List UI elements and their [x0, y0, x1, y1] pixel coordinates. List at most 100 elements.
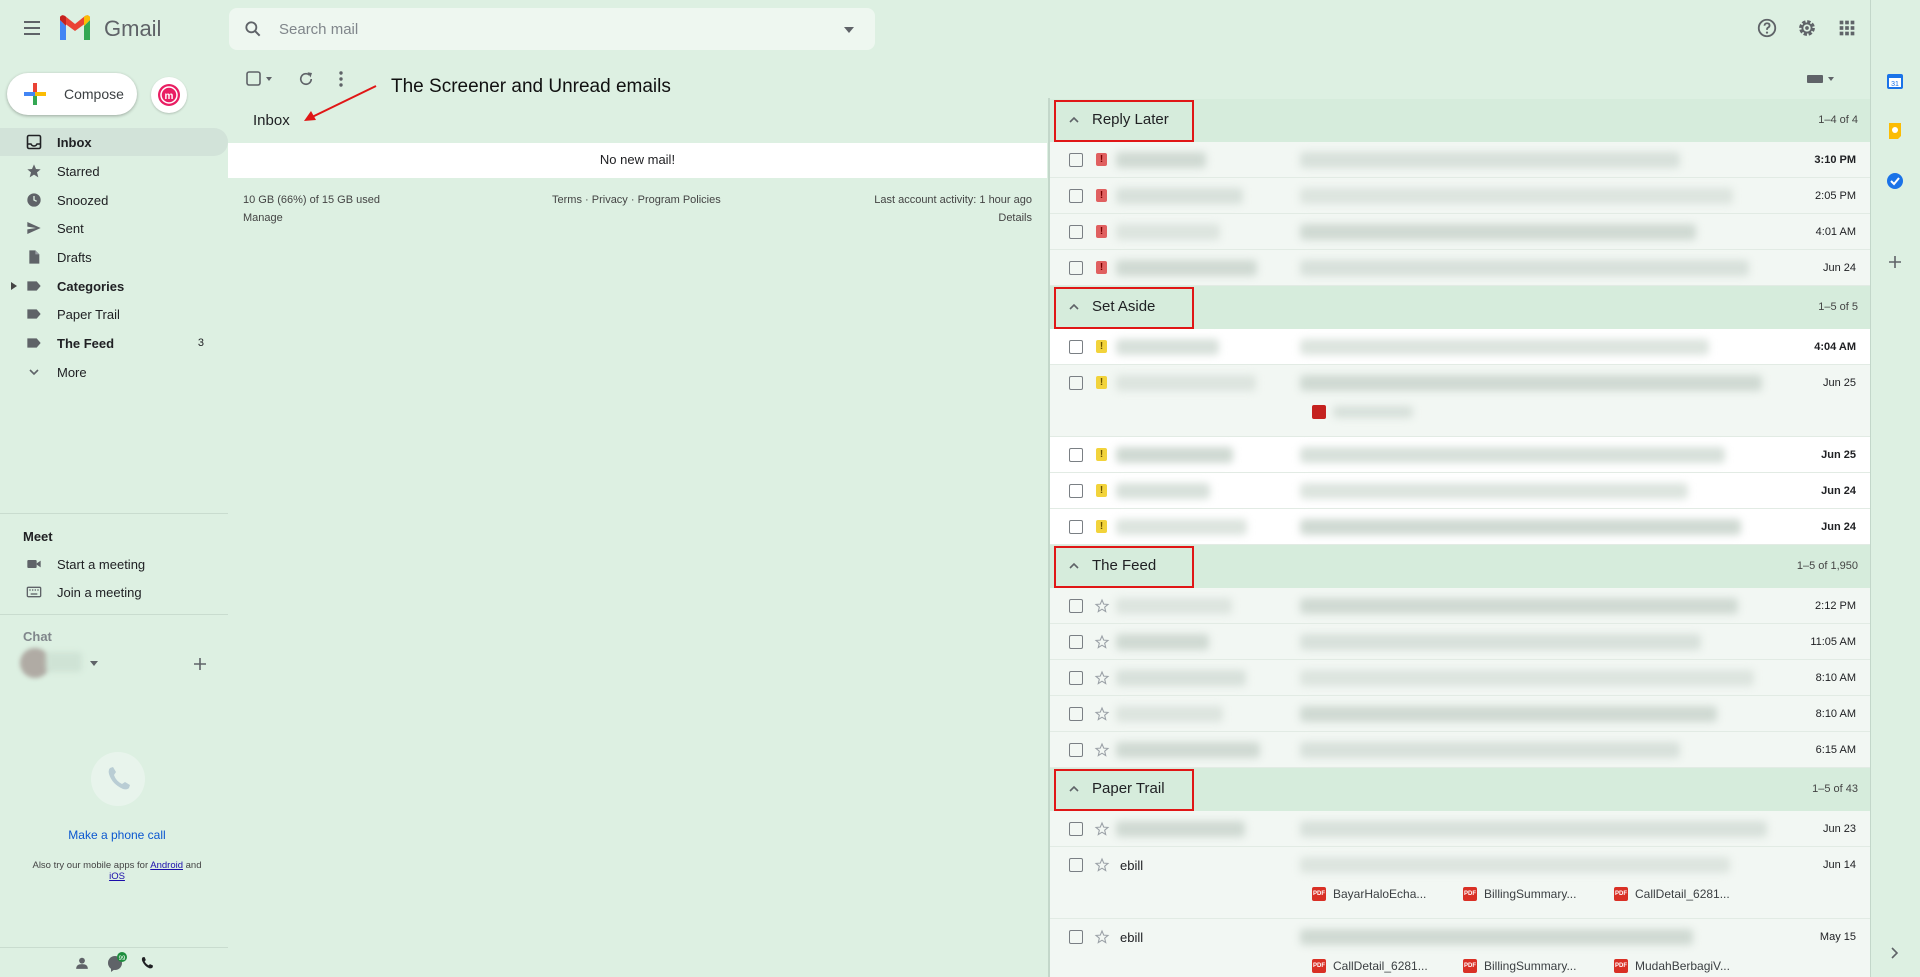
- help-button[interactable]: [1756, 17, 1778, 39]
- attachment-chip[interactable]: PDF CallDetail_6281...: [1312, 959, 1428, 973]
- add-addon-icon[interactable]: [1888, 255, 1902, 269]
- join-meeting-button[interactable]: Join a meeting: [0, 578, 228, 606]
- apps-button[interactable]: [1836, 17, 1858, 39]
- input-tools-button[interactable]: [1806, 73, 1838, 85]
- search-bar[interactable]: Search mail: [229, 8, 875, 50]
- chevron-up-icon[interactable]: [1068, 115, 1080, 125]
- email-row[interactable]: 8:10 AM: [1050, 660, 1870, 696]
- row-checkbox[interactable]: [1069, 484, 1083, 498]
- star-icon[interactable]: [1094, 598, 1110, 614]
- attachment-chip[interactable]: PDF CallDetail_6281...: [1614, 887, 1730, 901]
- make-phone-call-link[interactable]: Make a phone call: [0, 828, 234, 842]
- important-marker-icon[interactable]: !: [1096, 189, 1107, 202]
- star-icon[interactable]: [1094, 929, 1110, 945]
- important-marker-icon[interactable]: !: [1096, 520, 1107, 533]
- email-row[interactable]: ! 3:10 PM: [1050, 142, 1870, 178]
- attachment-chip[interactable]: PDF BillingSummary...: [1463, 959, 1576, 973]
- email-row[interactable]: ! 4:01 AM: [1050, 214, 1870, 250]
- select-all-button[interactable]: [245, 70, 275, 88]
- sidebar-item-inbox[interactable]: Inbox: [0, 128, 228, 156]
- extension-button[interactable]: m: [151, 77, 187, 113]
- email-row[interactable]: 8:10 AM: [1050, 696, 1870, 732]
- gmail-logo[interactable]: [58, 14, 92, 42]
- search-icon[interactable]: [243, 19, 263, 39]
- email-row[interactable]: ebill Jun 14 PDF BayarHaloEcha... PDF Billing…: [1050, 847, 1870, 919]
- hangouts-icon[interactable]: 99: [106, 952, 128, 972]
- important-marker-icon[interactable]: !: [1096, 448, 1107, 461]
- row-checkbox[interactable]: [1069, 225, 1083, 239]
- main-menu-button[interactable]: [16, 16, 48, 40]
- sidebar-item-sent[interactable]: Sent: [0, 214, 228, 242]
- email-row[interactable]: Jun 23: [1050, 811, 1870, 847]
- section-header[interactable]: Set Aside 1–5 of 5: [1050, 286, 1870, 329]
- start-meeting-button[interactable]: Start a meeting: [0, 550, 228, 578]
- activity-details-link[interactable]: Details: [998, 212, 1032, 224]
- attachment-chip[interactable]: PDF BillingSummary...: [1463, 887, 1576, 901]
- row-checkbox[interactable]: [1069, 822, 1083, 836]
- important-marker-icon[interactable]: !: [1096, 261, 1107, 274]
- calendar-icon[interactable]: 31: [1886, 72, 1904, 90]
- sidebar-item-more[interactable]: More: [0, 358, 228, 386]
- terms-link[interactable]: Terms: [552, 194, 582, 206]
- email-row[interactable]: ! 2:05 PM: [1050, 178, 1870, 214]
- star-icon[interactable]: [1094, 670, 1110, 686]
- person-icon[interactable]: [75, 956, 89, 970]
- star-icon[interactable]: [1094, 706, 1110, 722]
- row-checkbox[interactable]: [1069, 520, 1083, 534]
- sidebar-item-starred[interactable]: Starred: [0, 157, 228, 185]
- row-checkbox[interactable]: [1069, 448, 1083, 462]
- email-row[interactable]: 2:12 PM: [1050, 588, 1870, 624]
- section-header[interactable]: Paper Trail 1–5 of 43: [1050, 768, 1870, 811]
- ios-link[interactable]: iOS: [109, 871, 125, 882]
- row-checkbox[interactable]: [1069, 930, 1083, 944]
- row-checkbox[interactable]: [1069, 743, 1083, 757]
- chevron-up-icon[interactable]: [1068, 561, 1080, 571]
- sidebar-item-paper-trail[interactable]: Paper Trail: [0, 300, 228, 328]
- keep-icon[interactable]: [1886, 122, 1904, 140]
- chevron-up-icon[interactable]: [1068, 784, 1080, 794]
- important-marker-icon[interactable]: !: [1096, 340, 1107, 353]
- android-link[interactable]: Android: [150, 860, 183, 871]
- email-row[interactable]: ! Jun 25: [1050, 365, 1870, 437]
- important-marker-icon[interactable]: !: [1096, 153, 1107, 166]
- chevron-up-icon[interactable]: [1068, 302, 1080, 312]
- row-checkbox[interactable]: [1069, 635, 1083, 649]
- important-marker-icon[interactable]: !: [1096, 484, 1107, 497]
- row-checkbox[interactable]: [1069, 707, 1083, 721]
- row-checkbox[interactable]: [1069, 261, 1083, 275]
- sidebar-item-drafts[interactable]: Drafts: [0, 243, 228, 271]
- star-icon[interactable]: [1094, 857, 1110, 873]
- email-row[interactable]: ! Jun 24: [1050, 473, 1870, 509]
- expand-arrow-icon[interactable]: [11, 282, 17, 290]
- chevron-right-icon[interactable]: [1890, 946, 1900, 960]
- section-header[interactable]: The Feed 1–5 of 1,950: [1050, 545, 1870, 588]
- compose-button[interactable]: Compose: [7, 73, 137, 115]
- search-options-icon[interactable]: [843, 26, 855, 34]
- email-row[interactable]: ! Jun 24: [1050, 509, 1870, 545]
- manage-storage-link[interactable]: Manage: [243, 212, 283, 224]
- search-input[interactable]: Search mail: [279, 21, 358, 38]
- important-marker-icon[interactable]: !: [1096, 225, 1107, 238]
- row-checkbox[interactable]: [1069, 376, 1083, 390]
- row-checkbox[interactable]: [1069, 340, 1083, 354]
- star-icon[interactable]: [1094, 821, 1110, 837]
- email-row[interactable]: ! 4:04 AM: [1050, 329, 1870, 365]
- attachment-chip[interactable]: PDF MudahBerbagiV...: [1614, 959, 1730, 973]
- sidebar-item-the-feed[interactable]: The Feed 3: [0, 329, 228, 357]
- row-checkbox[interactable]: [1069, 671, 1083, 685]
- important-marker-icon[interactable]: !: [1096, 376, 1107, 389]
- row-checkbox[interactable]: [1069, 189, 1083, 203]
- sidebar-item-snoozed[interactable]: Snoozed: [0, 186, 228, 214]
- row-checkbox[interactable]: [1069, 858, 1083, 872]
- privacy-link[interactable]: Privacy: [592, 194, 628, 206]
- tasks-icon[interactable]: [1886, 172, 1904, 190]
- sidebar-item-categories[interactable]: Categories: [0, 272, 228, 300]
- attachment-chip[interactable]: [1312, 405, 1413, 419]
- star-icon[interactable]: [1094, 742, 1110, 758]
- status-dropdown-icon[interactable]: [90, 661, 98, 666]
- star-icon[interactable]: [1094, 634, 1110, 650]
- add-chat-icon[interactable]: [193, 657, 207, 671]
- attachment-chip[interactable]: PDF BayarHaloEcha...: [1312, 887, 1426, 901]
- email-row[interactable]: ! Jun 25: [1050, 437, 1870, 473]
- row-checkbox[interactable]: [1069, 153, 1083, 167]
